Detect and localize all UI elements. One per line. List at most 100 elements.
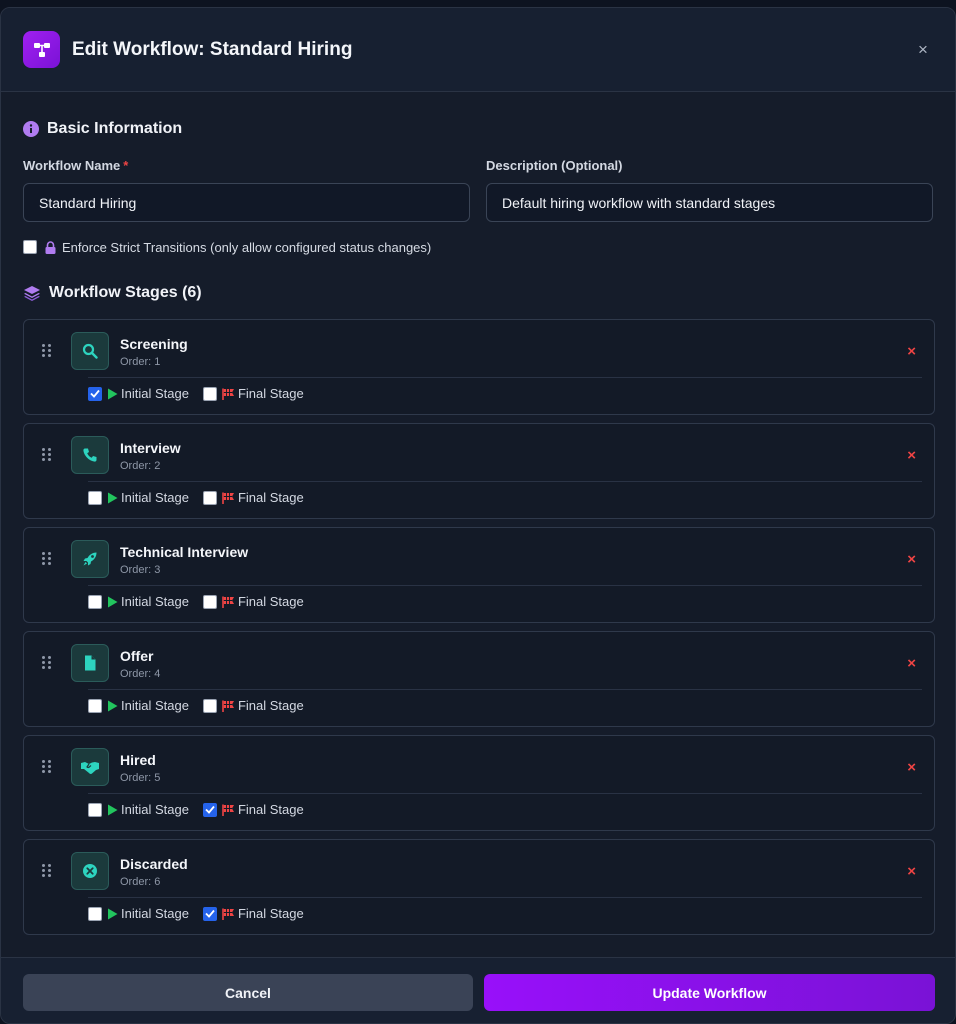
- stage-name: Offer: [120, 648, 154, 664]
- flag-icon: [222, 804, 235, 816]
- initial-stage-option: Initial Stage: [88, 386, 189, 401]
- workflow-icon: [23, 31, 60, 68]
- initial-stage-label: Initial Stage: [121, 698, 189, 713]
- remove-stage-button[interactable]: ×: [907, 447, 916, 464]
- description-input[interactable]: Default hiring workflow with standard st…: [486, 183, 933, 222]
- stage-divider: [88, 481, 922, 482]
- stage-flags: Initial Stage Final Stage: [88, 386, 318, 401]
- final-stage-checkbox[interactable]: [202, 698, 217, 713]
- drag-handle-icon[interactable]: [42, 760, 52, 773]
- final-stage-checkbox[interactable]: [202, 386, 217, 401]
- initial-stage-option: Initial Stage: [88, 802, 189, 817]
- stage-order: Order: 6: [120, 876, 161, 888]
- stage-order: Order: 1: [120, 356, 161, 368]
- enforce-strict-transitions: Enforce Strict Transitions (only allow c…: [23, 239, 933, 255]
- initial-stage-checkbox[interactable]: [88, 906, 102, 921]
- stage-name: Technical Interview: [120, 544, 249, 560]
- stage-divider: [88, 585, 922, 586]
- initial-stage-checkbox[interactable]: [88, 802, 102, 817]
- initial-stage-option: Initial Stage: [88, 490, 189, 505]
- stage-card: Offer Order: 4 × Initial Stage Final Sta…: [23, 631, 935, 727]
- search-icon: [71, 332, 109, 370]
- basic-information-heading: Basic Information: [23, 118, 933, 140]
- stage-name: Discarded: [120, 856, 188, 872]
- initial-stage-checkbox[interactable]: [88, 698, 102, 713]
- description-label: Description (Optional): [486, 158, 623, 173]
- remove-stage-button[interactable]: ×: [907, 343, 916, 360]
- flag-icon: [222, 700, 235, 712]
- dialog-footer: Cancel Update Workflow: [1, 957, 955, 1023]
- initial-stage-checkbox[interactable]: [88, 386, 102, 401]
- stage-divider: [88, 377, 922, 378]
- final-stage-checkbox[interactable]: [202, 594, 217, 609]
- initial-stage-checkbox[interactable]: [88, 490, 102, 505]
- stage-flags: Initial Stage Final Stage: [88, 594, 318, 609]
- stage-flags: Initial Stage Final Stage: [88, 698, 318, 713]
- remove-stage-button[interactable]: ×: [907, 551, 916, 568]
- stage-divider: [88, 689, 922, 690]
- handshake-icon: [71, 748, 109, 786]
- workflow-stages-title: Workflow Stages (6): [49, 284, 202, 301]
- stage-divider: [88, 897, 922, 898]
- remove-stage-button[interactable]: ×: [907, 863, 916, 880]
- initial-stage-label: Initial Stage: [121, 386, 189, 401]
- initial-stage-option: Initial Stage: [88, 698, 189, 713]
- stage-order: Order: 3: [120, 564, 161, 576]
- enforce-strict-checkbox[interactable]: [23, 240, 37, 254]
- stage-card: Hired Order: 5 × Initial Stage Final Sta…: [23, 735, 935, 831]
- stage-order: Order: 2: [120, 460, 161, 472]
- final-stage-option: Final Stage: [202, 906, 304, 921]
- final-stage-checkbox[interactable]: [202, 490, 217, 505]
- drag-handle-icon[interactable]: [42, 552, 52, 565]
- stage-flags: Initial Stage Final Stage: [88, 906, 318, 921]
- x-circle-icon: [71, 852, 109, 890]
- final-stage-label: Final Stage: [237, 386, 304, 401]
- drag-handle-icon[interactable]: [42, 344, 52, 357]
- play-icon: [107, 700, 118, 712]
- drag-handle-icon[interactable]: [42, 448, 52, 461]
- final-stage-option: Final Stage: [202, 594, 304, 609]
- stage-order: Order: 5: [120, 772, 161, 784]
- remove-stage-button[interactable]: ×: [907, 759, 916, 776]
- remove-stage-button[interactable]: ×: [907, 655, 916, 672]
- edit-workflow-dialog: Edit Workflow: Standard Hiring × Basic I…: [0, 7, 956, 1024]
- stage-divider: [88, 793, 922, 794]
- final-stage-label: Final Stage: [237, 802, 304, 817]
- final-stage-checkbox[interactable]: [202, 906, 217, 921]
- workflow-name-label: Workflow Name *: [23, 158, 129, 173]
- final-stage-checkbox[interactable]: [202, 802, 217, 817]
- required-marker: *: [123, 158, 129, 173]
- initial-stage-label: Initial Stage: [121, 906, 189, 921]
- close-button[interactable]: ×: [913, 40, 933, 60]
- cancel-button[interactable]: Cancel: [23, 974, 473, 1011]
- initial-stage-label: Initial Stage: [121, 490, 189, 505]
- enforce-strict-label: Enforce Strict Transitions (only allow c…: [62, 239, 432, 255]
- final-stage-option: Final Stage: [202, 698, 304, 713]
- phone-icon: [71, 436, 109, 474]
- stage-name: Interview: [120, 440, 181, 456]
- description-field: Description (Optional) Default hiring wo…: [486, 158, 933, 222]
- final-stage-label: Final Stage: [237, 594, 304, 609]
- stage-order: Order: 4: [120, 668, 161, 680]
- initial-stage-label: Initial Stage: [121, 594, 189, 609]
- workflow-name-input[interactable]: Standard Hiring: [23, 183, 470, 222]
- play-icon: [107, 804, 118, 816]
- drag-handle-icon[interactable]: [42, 656, 52, 669]
- flag-icon: [222, 596, 235, 608]
- initial-stage-option: Initial Stage: [88, 594, 189, 609]
- initial-stage-option: Initial Stage: [88, 906, 189, 921]
- document-icon: [71, 644, 109, 682]
- initial-stage-checkbox[interactable]: [88, 594, 102, 609]
- update-workflow-button[interactable]: Update Workflow: [484, 974, 935, 1011]
- play-icon: [107, 596, 118, 608]
- play-icon: [107, 492, 118, 504]
- stage-card: Interview Order: 2 × Initial Stage Final…: [23, 423, 935, 519]
- stage-card: Technical Interview Order: 3 × Initial S…: [23, 527, 935, 623]
- stage-flags: Initial Stage Final Stage: [88, 802, 318, 817]
- flag-icon: [222, 388, 235, 400]
- flag-icon: [222, 492, 235, 504]
- final-stage-option: Final Stage: [202, 802, 304, 817]
- stage-card: Discarded Order: 6 × Initial Stage Final…: [23, 839, 935, 935]
- initial-stage-label: Initial Stage: [121, 802, 189, 817]
- drag-handle-icon[interactable]: [42, 864, 52, 877]
